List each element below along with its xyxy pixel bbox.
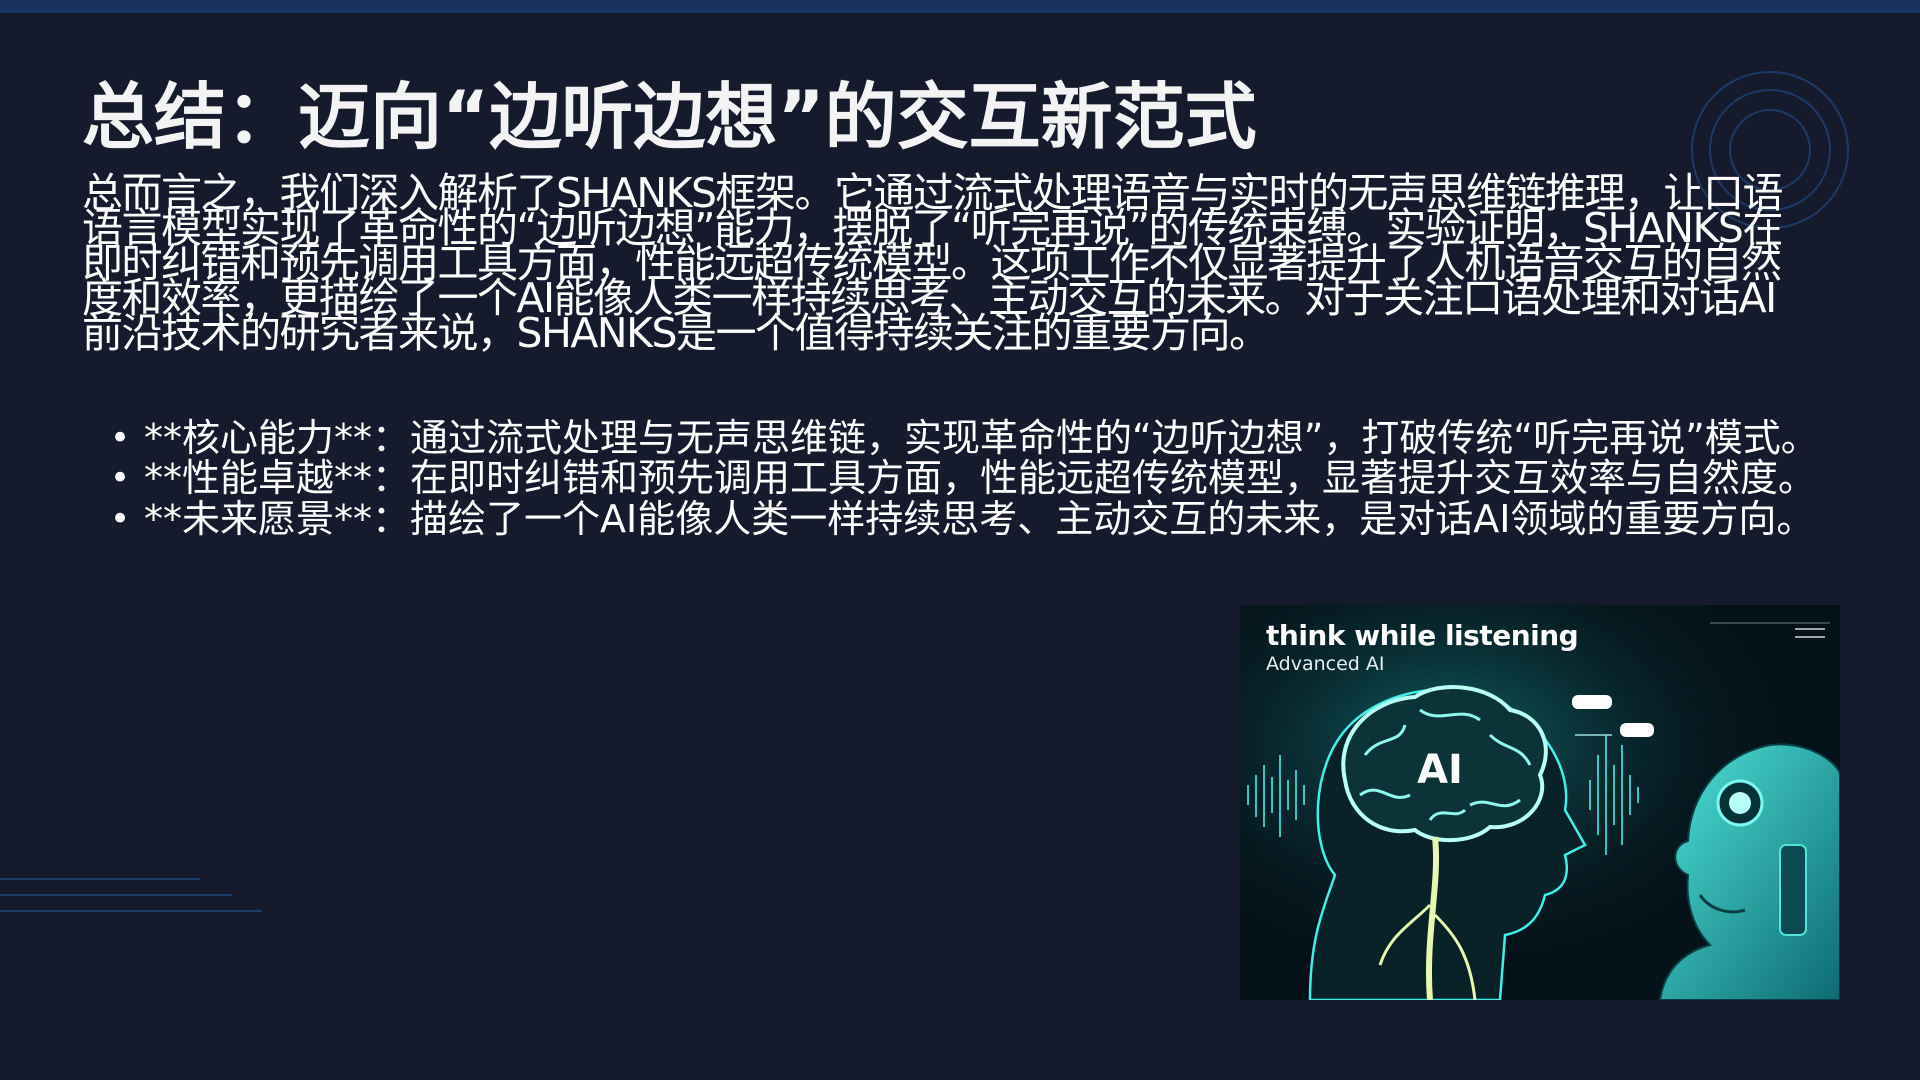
top-accent-bar [0,0,1920,13]
bullet-item-core: • **核心能力**：通过流式处理与无声思维链，实现革命性的“边听边想”，打破传… [110,418,1860,458]
brain-ai-label: AI [1417,747,1463,793]
bullet-dot-icon: • [110,499,131,539]
key-points-list: • **核心能力**：通过流式处理与无声思维链，实现革命性的“边听边想”，打破传… [110,418,1860,539]
ai-illustration: AI think while listening Advanced AI [1240,605,1840,1000]
bullet-item-performance: • **性能卓越**：在即时纠错和预先调用工具方面，性能远超传统模型，显著提升交… [110,458,1860,498]
bullet-text: **核心能力**：通过流式处理与无声思维链，实现革命性的“边听边想”，打破传统“… [144,416,1819,460]
bullet-dot-icon: • [110,418,131,458]
slide-title: 总结：迈向“边听边想”的交互新范式 [82,75,1257,159]
summary-paragraph: 总而言之，我们深入解析了SHANKS框架。它通过流式处理语音与实时的无声思维链推… [82,169,1783,357]
illustration-subtitle: Advanced AI [1266,653,1385,675]
bullet-item-vision: • **未来愿景**：描绘了一个AI能像人类一样持续思考、主动交互的未来，是对话… [110,499,1860,539]
bullet-dot-icon: • [110,458,131,498]
bullet-text: **性能卓越**：在即时纠错和预先调用工具方面，性能远超传统模型，显著提升交互效… [144,456,1817,500]
bullet-text: **未来愿景**：描绘了一个AI能像人类一样持续思考、主动交互的未来，是对话AI… [144,497,1815,541]
horizontal-lines-decoration [0,878,262,912]
illustration-title: think while listening [1266,619,1579,652]
